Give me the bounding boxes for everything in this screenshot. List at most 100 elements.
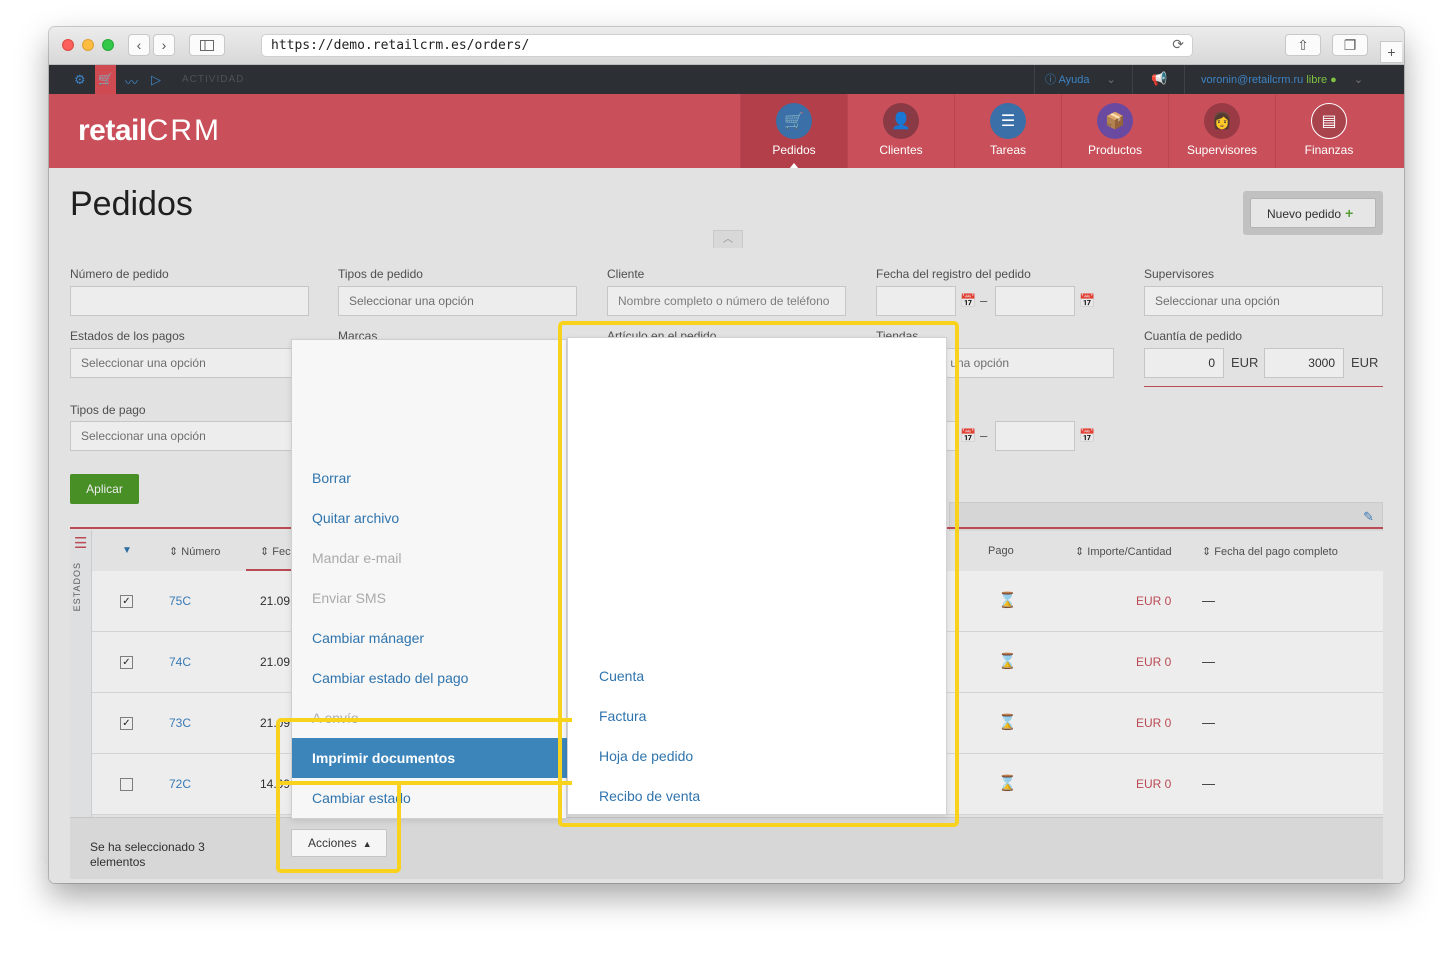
nav-item-tareas[interactable]: ☰ Tareas bbox=[954, 94, 1061, 168]
payment-status-select[interactable]: Seleccionar una opción bbox=[70, 348, 309, 378]
main-nav: 🛒 Pedidos 👤 Clientes ☰ Tareas 📦 Producto… bbox=[740, 94, 1382, 169]
menu-item-cambiar-estado-pago[interactable]: Cambiar estado del pago bbox=[292, 658, 568, 698]
nav-item-label: Productos bbox=[1087, 143, 1143, 157]
menu-item-quitar-archivo[interactable]: Quitar archivo bbox=[292, 498, 568, 538]
payment-type-select[interactable]: Seleccionar una opción bbox=[70, 421, 309, 451]
cart-icon[interactable]: 🛒 bbox=[95, 65, 116, 94]
collapse-filters-button[interactable]: ︿ bbox=[713, 230, 743, 248]
row-checkbox[interactable]: ✓ bbox=[120, 595, 133, 608]
app-topbar: ⚙ 🛒 〰 ▷ ACTIVIDAD ⓘ Ayuda ⌄ 📢 voronin@re… bbox=[49, 65, 1404, 94]
megaphone-icon[interactable]: 📢 bbox=[1151, 71, 1167, 87]
box-icon: 📦 bbox=[1097, 103, 1133, 139]
column-header-fecha[interactable]: ⇕ Fec bbox=[260, 545, 291, 558]
zoom-window-button[interactable] bbox=[102, 39, 114, 51]
select-all-caret-icon[interactable]: ▼ bbox=[122, 545, 132, 556]
plus-icon: + bbox=[1387, 44, 1396, 60]
sidebar-toggle-button[interactable] bbox=[189, 34, 225, 56]
column-header-fecha-pago[interactable]: ⇕ Fecha del pago completo bbox=[1202, 545, 1338, 558]
column-header-numero[interactable]: ⇕ Número bbox=[169, 545, 220, 558]
nav-item-finanzas[interactable]: ▤ Finanzas bbox=[1275, 94, 1382, 168]
submenu-item-hoja-pedido[interactable]: Hoja de pedido bbox=[568, 736, 948, 776]
calendar-icon[interactable]: 📅 bbox=[1079, 293, 1095, 309]
order-number-link[interactable]: 75C bbox=[169, 594, 191, 608]
gear-icon[interactable]: ⚙ bbox=[74, 72, 86, 88]
date-from-input[interactable] bbox=[876, 286, 956, 316]
calendar-icon[interactable]: 📅 bbox=[960, 428, 976, 444]
filter-label: Cuantía de pedido bbox=[1144, 329, 1243, 343]
address-bar[interactable]: https://demo.retailcrm.es/orders/ ⟳ bbox=[261, 34, 1193, 57]
menu-item-cambiar-estado[interactable]: Cambiar estado bbox=[292, 778, 568, 818]
menu-item-borrar[interactable]: Borrar bbox=[292, 458, 568, 498]
finance-icon: ▤ bbox=[1311, 103, 1347, 139]
filter-label: Número de pedido bbox=[70, 267, 169, 281]
hourglass-icon: ⌛ bbox=[998, 653, 1017, 670]
filter-label: Tipos de pedido bbox=[338, 267, 423, 281]
user-menu[interactable]: voronin@retailcrm.ru libre ● ⌄ bbox=[1201, 73, 1363, 86]
browser-window: ‹ › https://demo.retailcrm.es/orders/ ⟳ … bbox=[49, 27, 1404, 883]
column-header-pago[interactable]: Pago bbox=[988, 545, 1014, 557]
nav-item-clientes[interactable]: 👤 Clientes bbox=[847, 94, 954, 168]
new-order-wrap: Nuevo pedido + bbox=[1243, 191, 1383, 235]
supervisors-select[interactable]: Seleccionar una opción bbox=[1144, 286, 1383, 316]
pencil-icon[interactable]: ✎ bbox=[1363, 509, 1374, 525]
menu-icon[interactable]: ☰ bbox=[74, 534, 87, 552]
help-link[interactable]: ⓘ Ayuda ⌄ bbox=[1045, 71, 1116, 87]
actions-button[interactable]: Acciones ▲ bbox=[291, 829, 387, 857]
order-amount: EUR 0 bbox=[1136, 777, 1172, 791]
submenu-item-recibo-venta[interactable]: Recibo de venta bbox=[568, 776, 948, 816]
order-number-link[interactable]: 73C bbox=[169, 716, 191, 730]
amount-min-input[interactable]: 0 bbox=[1144, 348, 1224, 378]
play-icon[interactable]: ▷ bbox=[151, 72, 161, 88]
analytics-icon[interactable]: 〰 bbox=[125, 72, 138, 91]
app-header: retailCRM 🛒 Pedidos 👤 Clientes ☰ Tareas … bbox=[49, 94, 1404, 169]
activity-label[interactable]: ACTIVIDAD bbox=[182, 74, 244, 85]
menu-item-cambiar-manager[interactable]: Cambiar mánager bbox=[292, 618, 568, 658]
order-date: 21.09 bbox=[260, 716, 291, 730]
close-window-button[interactable] bbox=[62, 39, 74, 51]
print-documents-submenu: Cuenta Factura Hoja de pedido Recibo de … bbox=[567, 337, 947, 815]
reload-icon[interactable]: ⟳ bbox=[1172, 35, 1184, 56]
apply-filters-button[interactable]: Aplicar bbox=[70, 474, 139, 504]
order-number-link[interactable]: 74C bbox=[169, 655, 191, 669]
forward-button[interactable]: › bbox=[153, 34, 175, 56]
column-header-importe[interactable]: ⇕ Importe/Cantidad bbox=[1075, 545, 1172, 558]
tabs-button[interactable]: ❐ bbox=[1332, 34, 1368, 56]
status-sidebar[interactable]: ☰ ESTADOS bbox=[70, 530, 92, 850]
new-tab-button[interactable]: + bbox=[1380, 41, 1402, 63]
date2-to-input[interactable] bbox=[995, 421, 1075, 451]
submenu-item-cuenta[interactable]: Cuenta bbox=[568, 656, 948, 696]
nav-item-pedidos[interactable]: 🛒 Pedidos bbox=[740, 94, 847, 169]
plus-icon: + bbox=[1345, 205, 1354, 221]
cart-icon: 🛒 bbox=[776, 103, 812, 139]
order-type-select[interactable]: Seleccionar una opción bbox=[338, 286, 577, 316]
status-sidebar-label: ESTADOS bbox=[72, 562, 82, 612]
new-order-button[interactable]: Nuevo pedido + bbox=[1250, 198, 1376, 228]
row-checkbox[interactable]: ✓ bbox=[120, 656, 133, 669]
currency-label: EUR bbox=[1351, 355, 1379, 370]
share-button[interactable]: ⇧ bbox=[1285, 34, 1321, 56]
customer-input[interactable]: Nombre completo o número de teléfono bbox=[607, 286, 846, 316]
divider bbox=[1184, 65, 1185, 94]
column-header-label: Número bbox=[181, 546, 221, 558]
nav-item-productos[interactable]: 📦 Productos bbox=[1061, 94, 1168, 168]
calendar-icon[interactable]: 📅 bbox=[1079, 428, 1095, 444]
calendar-icon[interactable]: 📅 bbox=[960, 293, 976, 309]
status-label: libre bbox=[1306, 74, 1328, 86]
order-number-link[interactable]: 72C bbox=[169, 777, 191, 791]
row-checkbox[interactable] bbox=[120, 778, 133, 791]
back-button[interactable]: ‹ bbox=[128, 34, 150, 56]
submenu-item-factura[interactable]: Factura bbox=[568, 696, 948, 736]
row-checkbox[interactable]: ✓ bbox=[120, 717, 133, 730]
range-dash: – bbox=[980, 293, 988, 308]
menu-item-imprimir-documentos[interactable]: Imprimir documentos bbox=[292, 738, 568, 778]
nav-item-supervisores[interactable]: 👩 Supervisores bbox=[1168, 94, 1275, 168]
amount-max-input[interactable]: 3000 bbox=[1264, 348, 1344, 378]
status-dot-icon: ● bbox=[1330, 74, 1337, 86]
order-amount: EUR 0 bbox=[1136, 716, 1172, 730]
order-number-input[interactable] bbox=[70, 286, 309, 316]
date-to-input[interactable] bbox=[995, 286, 1075, 316]
selected-count-text: Se ha seleccionado 3 elementos bbox=[90, 840, 205, 869]
bulk-actions-bar: Se ha seleccionado 3 elementos bbox=[70, 817, 1383, 879]
retailcrm-logo[interactable]: retailCRM bbox=[78, 114, 221, 148]
minimize-window-button[interactable] bbox=[82, 39, 94, 51]
